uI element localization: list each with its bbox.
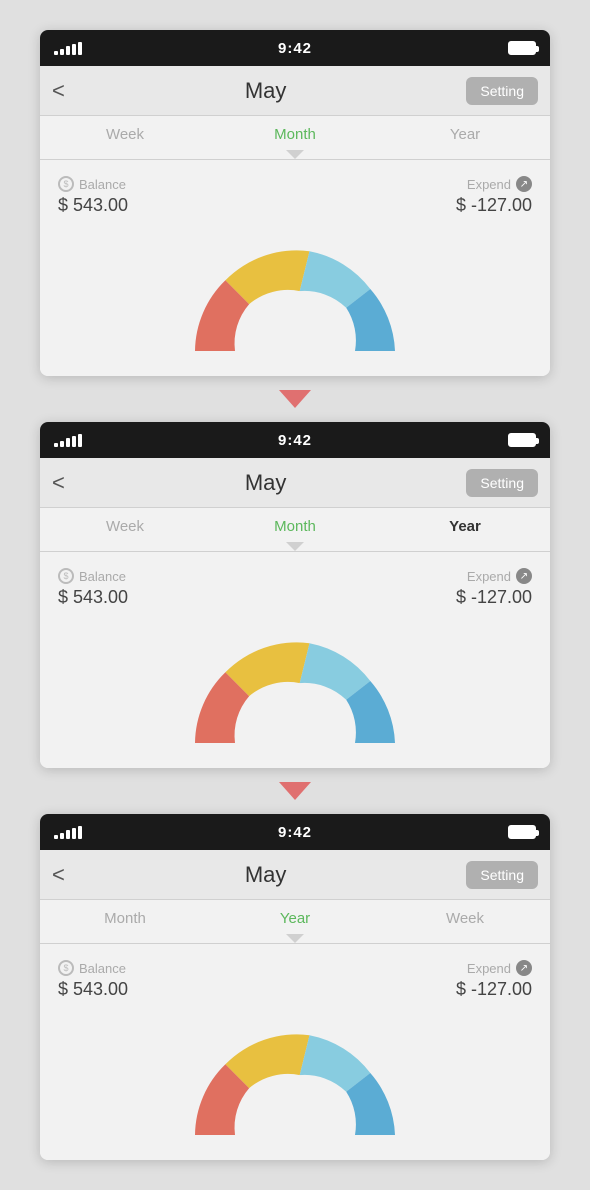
expend-label-2: Expend ↗ — [456, 568, 532, 584]
balance-row-2: $ Balance $ 543.00 Expend ↗ $ -127.00 — [40, 552, 550, 618]
balance-icon-1: $ — [58, 176, 74, 192]
back-button-1[interactable]: < — [52, 80, 65, 102]
balance-icon-3: $ — [58, 960, 74, 976]
expend-label-3: Expend ↗ — [456, 960, 532, 976]
donut-chart-1 — [185, 236, 405, 356]
down-triangle-icon-2 — [279, 782, 311, 800]
expend-value-3: $ -127.00 — [456, 979, 532, 1000]
separator-arrow-1 — [279, 390, 311, 408]
expend-arrow-icon-1: ↗ — [516, 176, 532, 192]
nav-title-2: May — [245, 470, 287, 496]
tab-indicator-2 — [286, 542, 304, 551]
chart-area-3 — [40, 1010, 550, 1160]
balance-value-3: $ 543.00 — [58, 979, 128, 1000]
tab-week-2[interactable]: Week — [40, 518, 210, 543]
setting-button-1[interactable]: Setting — [466, 77, 538, 105]
down-triangle-icon-1 — [279, 390, 311, 408]
status-bar-3: 9:42 — [40, 814, 550, 850]
battery-icon-3 — [508, 825, 536, 839]
status-bar-2: 9:42 — [40, 422, 550, 458]
tab-row-1: Week Month Year — [40, 116, 550, 151]
tab-year-3[interactable]: Year — [210, 910, 380, 935]
screen-1: 9:42 < May Setting Week Month Year — [40, 30, 550, 376]
tab-year-1[interactable]: Year — [380, 126, 550, 151]
balance-section-2: $ Balance $ 543.00 — [58, 568, 128, 608]
chart-area-1 — [40, 226, 550, 376]
expend-label-1: Expend ↗ — [456, 176, 532, 192]
screen-3: 9:42 < May Setting Month Year Week $ — [40, 814, 550, 1160]
tab-indicator-3 — [286, 934, 304, 943]
nav-title-3: May — [245, 862, 287, 888]
donut-chart-2 — [185, 628, 405, 748]
screen-2: 9:42 < May Setting Week Month Year $ — [40, 422, 550, 768]
signal-icon-3 — [54, 825, 82, 839]
setting-button-3[interactable]: Setting — [466, 861, 538, 889]
nav-bar-1: < May Setting — [40, 66, 550, 116]
tab-week-1[interactable]: Week — [40, 126, 210, 151]
tab-row-3: Month Year Week — [40, 900, 550, 935]
expend-value-1: $ -127.00 — [456, 195, 532, 216]
balance-section-3: $ Balance $ 543.00 — [58, 960, 128, 1000]
balance-row-1: $ Balance $ 543.00 Expend ↗ $ -127.00 — [40, 160, 550, 226]
balance-section-1: $ Balance $ 543.00 — [58, 176, 128, 216]
status-bar-1: 9:42 — [40, 30, 550, 66]
nav-bar-2: < May Setting — [40, 458, 550, 508]
status-time-2: 9:42 — [278, 432, 312, 449]
status-time-1: 9:42 — [278, 40, 312, 57]
expend-section-1: Expend ↗ $ -127.00 — [456, 176, 532, 216]
expend-section-3: Expend ↗ $ -127.00 — [456, 960, 532, 1000]
expend-arrow-icon-3: ↗ — [516, 960, 532, 976]
separator-arrow-2 — [279, 782, 311, 800]
battery-icon-2 — [508, 433, 536, 447]
balance-label-3: $ Balance — [58, 960, 128, 976]
donut-chart-3 — [185, 1020, 405, 1140]
chart-area-2 — [40, 618, 550, 768]
balance-value-2: $ 543.00 — [58, 587, 128, 608]
balance-icon-2: $ — [58, 568, 74, 584]
signal-icon-2 — [54, 433, 82, 447]
tab-month-2[interactable]: Month — [210, 518, 380, 543]
tab-row-2: Week Month Year — [40, 508, 550, 543]
expend-value-2: $ -127.00 — [456, 587, 532, 608]
back-button-3[interactable]: < — [52, 864, 65, 886]
tab-indicator-1 — [286, 150, 304, 159]
back-button-2[interactable]: < — [52, 472, 65, 494]
signal-icon — [54, 41, 82, 55]
balance-row-3: $ Balance $ 543.00 Expend ↗ $ -127.00 — [40, 944, 550, 1010]
balance-label-2: $ Balance — [58, 568, 128, 584]
tab-week-3[interactable]: Week — [380, 910, 550, 935]
nav-title-1: May — [245, 78, 287, 104]
expend-section-2: Expend ↗ $ -127.00 — [456, 568, 532, 608]
setting-button-2[interactable]: Setting — [466, 469, 538, 497]
nav-bar-3: < May Setting — [40, 850, 550, 900]
tab-month-3[interactable]: Month — [40, 910, 210, 935]
balance-value-1: $ 543.00 — [58, 195, 128, 216]
balance-label-1: $ Balance — [58, 176, 128, 192]
tab-year-2[interactable]: Year — [380, 518, 550, 543]
battery-icon-1 — [508, 41, 536, 55]
status-time-3: 9:42 — [278, 824, 312, 841]
tab-month-1[interactable]: Month — [210, 126, 380, 151]
expend-arrow-icon-2: ↗ — [516, 568, 532, 584]
